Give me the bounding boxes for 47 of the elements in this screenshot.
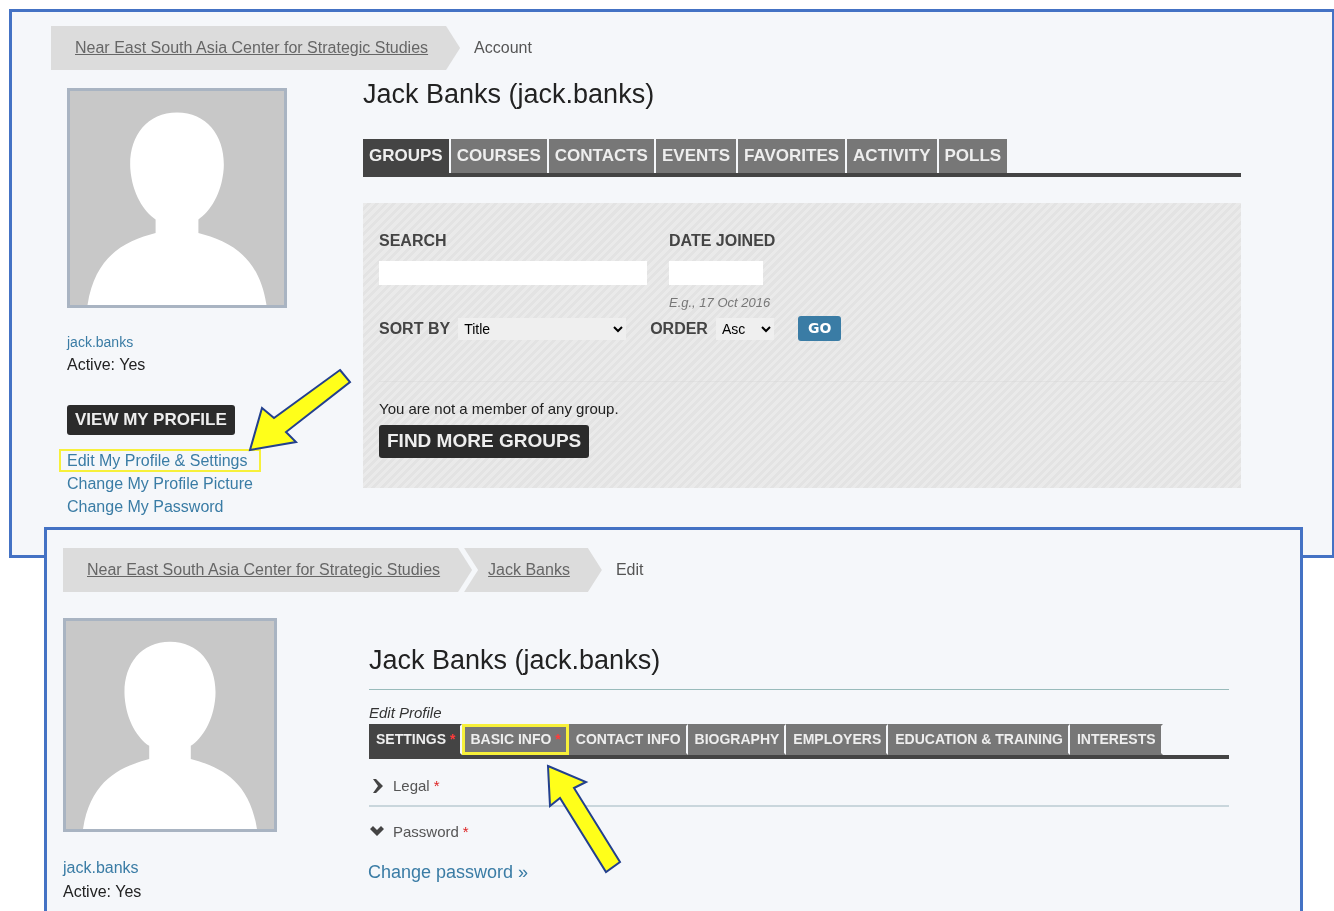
avatar-icon	[63, 618, 277, 832]
go-button[interactable]: GO	[797, 316, 842, 342]
breadcrumb-current: Edit	[614, 560, 644, 580]
sort-label: SORT BY	[379, 318, 451, 339]
date-label: DATE JOINED	[669, 230, 776, 251]
tab[interactable]: INTERESTS	[1070, 724, 1163, 755]
sort-select[interactable]: Title	[458, 317, 627, 340]
tab[interactable]: EMPLOYERS	[786, 724, 889, 755]
change-password-link[interactable]: Change password »	[360, 859, 537, 886]
tab[interactable]: ACTIVITY	[847, 138, 939, 173]
sidebar-link[interactable]: Edit My Profile & Settings	[59, 449, 261, 473]
breadcrumb-link[interactable]: Near East South Asia Center for Strategic Studies	[51, 26, 461, 70]
date-hint: E.g., 17 Oct 2016	[669, 293, 771, 312]
tab[interactable]: FAVORITES	[738, 138, 848, 173]
tab[interactable]: EVENTS	[655, 138, 738, 173]
active-status: Active: Yes	[67, 355, 146, 375]
tab[interactable]: COURSES	[450, 138, 549, 173]
view-profile-button[interactable]: VIEW MY PROFILE	[67, 405, 235, 436]
order-select[interactable]: Asc	[715, 317, 774, 340]
tab[interactable]: SETTINGS *	[369, 724, 463, 755]
find-groups-button[interactable]: FIND MORE GROUPS	[379, 424, 590, 458]
breadcrumb-link[interactable]: Near East South Asia Center for Strategic Studies	[63, 548, 473, 592]
tab[interactable]: GROUPS	[363, 138, 451, 173]
tab[interactable]: CONTACT INFO	[568, 724, 688, 755]
tab[interactable]: EDUCATION & TRAINING	[888, 724, 1070, 755]
tab[interactable]: CONTACTS	[548, 138, 656, 173]
section-label: Edit Profile	[369, 702, 443, 723]
search-label: SEARCH	[379, 230, 448, 251]
username-link[interactable]: jack.banks	[63, 856, 139, 880]
page-title: Jack Banks (jack.banks)	[363, 78, 656, 111]
section-toggle[interactable]: Password *	[393, 821, 469, 844]
tab[interactable]: BIOGRAPHY	[687, 724, 787, 755]
sidebar-link[interactable]: Change My Password	[59, 495, 261, 519]
tab[interactable]: BASIC INFO *	[462, 724, 569, 755]
active-status: Active: Yes	[63, 882, 142, 902]
search-field[interactable]	[379, 260, 647, 285]
username-link[interactable]: jack.banks	[67, 332, 134, 353]
avatar-icon	[67, 88, 287, 308]
order-label: ORDER	[650, 318, 708, 339]
empty-message: You are not a member of any group.	[379, 399, 620, 420]
date-field[interactable]	[669, 260, 763, 285]
sidebar-link[interactable]: Change My Profile Picture	[59, 472, 261, 496]
page-title: Jack Banks (jack.banks)	[369, 644, 662, 677]
breadcrumb-link[interactable]: Jack Banks	[464, 548, 602, 592]
tab[interactable]: POLLS	[938, 138, 1010, 173]
section-toggle[interactable]: Legal *	[393, 774, 440, 798]
breadcrumb-current: Account	[473, 38, 532, 58]
